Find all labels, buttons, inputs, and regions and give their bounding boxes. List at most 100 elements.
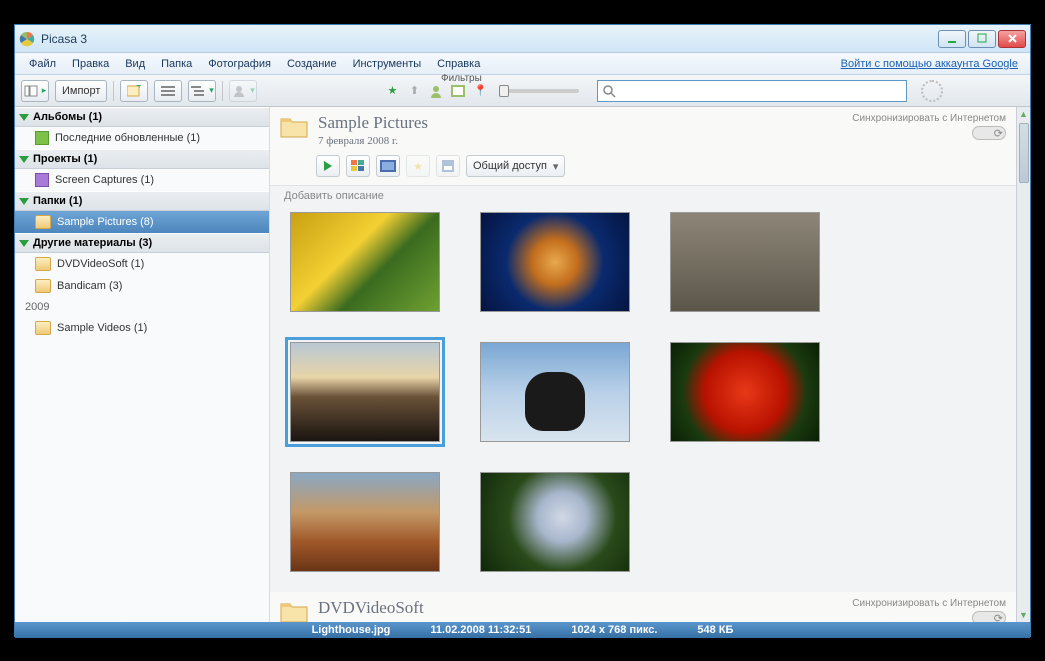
star-button[interactable]: ★ [406,155,430,177]
menu-view[interactable]: Вид [117,55,153,73]
menu-tools[interactable]: Инструменты [345,55,430,73]
save-button[interactable] [436,155,460,177]
play-button[interactable] [316,155,340,177]
sidebar-item-label: Последние обновленные (1) [55,132,200,144]
thumbnail-jellyfish[interactable] [480,212,630,312]
sidebar-item-dvdvideosoft[interactable]: DVDVideoSoft (1) [15,253,269,275]
sidebar: Альбомы (1) Последние обновленные (1) Пр… [15,107,270,622]
folder-title: Sample Pictures [318,113,428,133]
sidebar-cat-other[interactable]: Другие материалы (3) [15,233,269,253]
tree-icon [191,85,205,97]
folder-description-hint[interactable]: Добавить описание [270,186,1016,212]
folder-icon [35,257,51,271]
zoom-slider[interactable] [499,89,579,93]
sync-toggle[interactable]: ⟳ [972,611,1006,622]
tree-view-button[interactable]: ▾ [188,80,216,102]
play-icon [324,161,332,171]
scroll-down-icon[interactable]: ▼ [1017,608,1030,622]
filters-row: ★ ⬆ 📍 [383,82,579,100]
thumbnail-desert[interactable] [290,472,440,572]
minimize-button[interactable] [938,30,966,48]
thumbnail-lighthouse[interactable] [290,342,440,442]
share-button[interactable]: Общий доступ▾ [466,155,565,177]
folder-date: 31 июля 2012 г. [318,620,424,622]
sidebar-item-label: Bandicam (3) [57,280,122,292]
scroll-up-icon[interactable]: ▲ [1017,107,1030,121]
folder-icon [280,115,308,139]
folder-icon [35,321,51,335]
chevron-down-icon: ▾ [209,85,214,96]
folder-title: DVDVideoSoft [318,598,424,618]
thumbnail-hydrangeas[interactable] [480,472,630,572]
sync-label: Синхронизировать с Интернетом [852,598,1006,609]
menu-folder[interactable]: Папка [153,55,200,73]
project-icon [35,173,49,187]
sync-label: Синхронизировать с Интернетом [852,113,1006,124]
face-filter-icon[interactable] [427,82,445,100]
maximize-button[interactable] [968,30,996,48]
search-input[interactable] [616,85,902,97]
menu-photo[interactable]: Фотография [200,55,279,73]
thumbnail-chrysanthemum[interactable] [670,342,820,442]
sidebar-cat-projects[interactable]: Проекты (1) [15,149,269,169]
search-box[interactable] [597,80,907,102]
thumbnail-tulips[interactable] [290,212,440,312]
add-folder-button[interactable]: + [120,80,148,102]
share-label: Общий доступ [473,160,547,172]
status-filesize: 548 КБ [697,624,733,636]
layout-switch-button[interactable]: ▸ [21,80,49,102]
geo-filter-icon[interactable]: 📍 [471,82,489,100]
sidebar-item-samplepictures[interactable]: Sample Pictures (8) [15,211,269,233]
sidebar-cat-folders[interactable]: Папки (1) [15,191,269,211]
sidebar-cat-label: Проекты (1) [33,153,97,165]
collapse-icon [19,240,29,247]
folder-header: DVDVideoSoft 31 июля 2012 г. Синхронизир… [270,592,1016,622]
sync-toggle[interactable]: ⟳ [972,126,1006,140]
thumbnail-koala[interactable] [670,212,820,312]
google-login-link[interactable]: Войти с помощью аккаунта Google [841,58,1024,70]
sidebar-item-recent[interactable]: Последние обновленные (1) [15,127,269,149]
menu-file[interactable]: Файл [21,55,64,73]
folder-icon [35,215,51,229]
menu-edit[interactable]: Правка [64,55,117,73]
content-area: Альбомы (1) Последние обновленные (1) Пр… [15,107,1030,622]
sidebar-item-label: DVDVideoSoft (1) [57,258,144,270]
collage-button[interactable] [346,155,370,177]
main-panel: Sample Pictures 7 февраля 2008 г. Синхро… [270,107,1030,622]
star-filter-icon[interactable]: ★ [383,82,401,100]
vertical-scrollbar[interactable]: ▲ ▼ [1016,107,1030,622]
menu-help[interactable]: Справка [429,55,488,73]
window-title: Picasa 3 [41,32,938,46]
people-button[interactable]: ▾ [229,80,257,102]
sidebar-item-label: Screen Captures (1) [55,174,154,186]
sidebar-item-label: Sample Pictures (8) [57,216,154,228]
list-view-button[interactable] [154,80,182,102]
scrollbar-thumb[interactable] [1019,123,1029,183]
folder-section: Sample Pictures 7 февраля 2008 г. Синхро… [270,107,1016,592]
status-datetime: 11.02.2008 11:32:51 [430,624,531,636]
sidebar-item-bandicam[interactable]: Bandicam (3) [15,275,269,297]
plus-folder-icon: + [127,85,141,97]
app-window: Picasa 3 Файл Правка Вид Папка Фотографи… [14,24,1031,637]
upload-filter-icon[interactable]: ⬆ [405,82,423,100]
movie-button[interactable] [376,155,400,177]
album-icon [35,131,49,145]
sidebar-cat-albums[interactable]: Альбомы (1) [15,107,269,127]
sidebar-cat-label: Папки (1) [33,195,82,207]
star-icon: ★ [413,160,423,173]
sidebar-item-screencaptures[interactable]: Screen Captures (1) [15,169,269,191]
menu-create[interactable]: Создание [279,55,345,73]
sidebar-item-samplevideos[interactable]: Sample Videos (1) [15,317,269,339]
thumbnail-penguins[interactable] [480,342,630,442]
collapse-icon [19,156,29,163]
close-button[interactable] [998,30,1026,48]
thumbnail-grid [270,212,1016,592]
titlebar: Picasa 3 [15,25,1030,53]
filmstrip-icon [380,160,396,172]
statusbar: Lighthouse.jpg 11.02.2008 11:32:51 1024 … [15,622,1030,638]
movie-filter-icon[interactable] [449,82,467,100]
folder-date: 7 февраля 2008 г. [318,135,428,147]
sidebar-item-label: Sample Videos (1) [57,322,147,334]
import-button[interactable]: Импорт [55,80,107,102]
activity-spinner-icon [921,80,943,102]
